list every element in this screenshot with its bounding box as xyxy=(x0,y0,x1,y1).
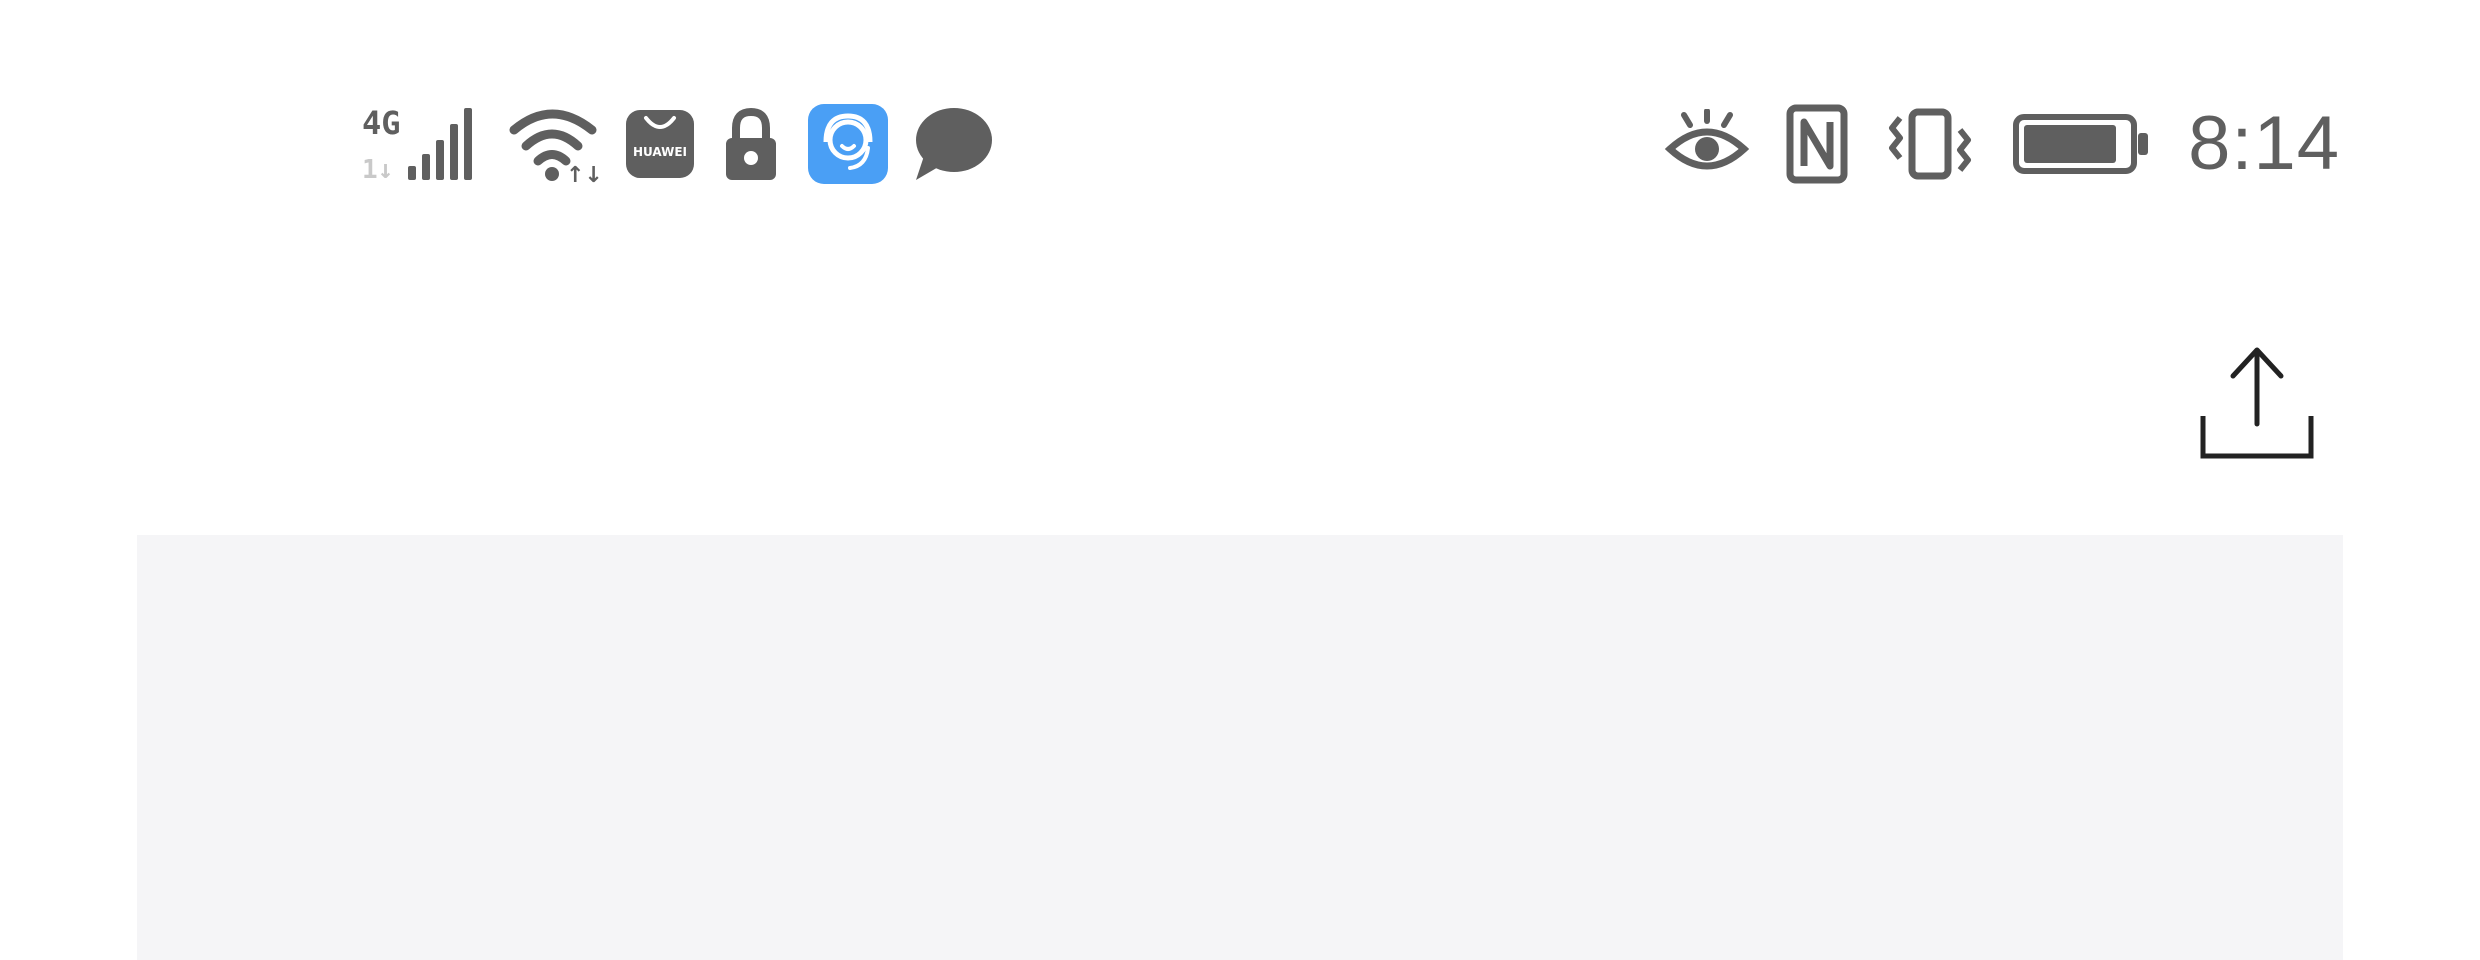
status-bar-right: 8:14 xyxy=(1664,96,2340,192)
share-button[interactable] xyxy=(2192,330,2322,470)
svg-text:1↓: 1↓ xyxy=(362,155,393,184)
share-upload-icon xyxy=(2200,347,2314,459)
svg-text:↑↓: ↑↓ xyxy=(566,163,603,184)
content-card xyxy=(137,535,2343,960)
wifi-icon: ↑↓ xyxy=(509,109,603,184)
message-bubble-icon xyxy=(916,108,992,180)
network-type-label: 4G xyxy=(362,104,401,142)
appgallery-label: HUAWEI xyxy=(633,145,687,159)
status-bar: 4G 1↓ ↑↓ HUAWEI 8:14 xyxy=(0,0,2480,290)
status-bar-left: 4G 1↓ ↑↓ HUAWEI xyxy=(360,96,994,192)
customer-service-icon xyxy=(808,104,888,184)
lock-icon xyxy=(726,107,776,180)
clock-time: 8:14 xyxy=(2188,101,2340,186)
huawei-appgallery-icon: HUAWEI xyxy=(626,110,694,178)
eye-comfort-icon xyxy=(1664,109,1750,170)
screen: 4G 1↓ ↑↓ HUAWEI 8:14 xyxy=(0,0,2480,960)
battery-icon xyxy=(2013,114,2149,174)
nfc-icon xyxy=(1786,104,1848,184)
vibrate-icon xyxy=(1889,108,1972,180)
mobile-signal-icon: 4G 1↓ xyxy=(362,104,472,184)
